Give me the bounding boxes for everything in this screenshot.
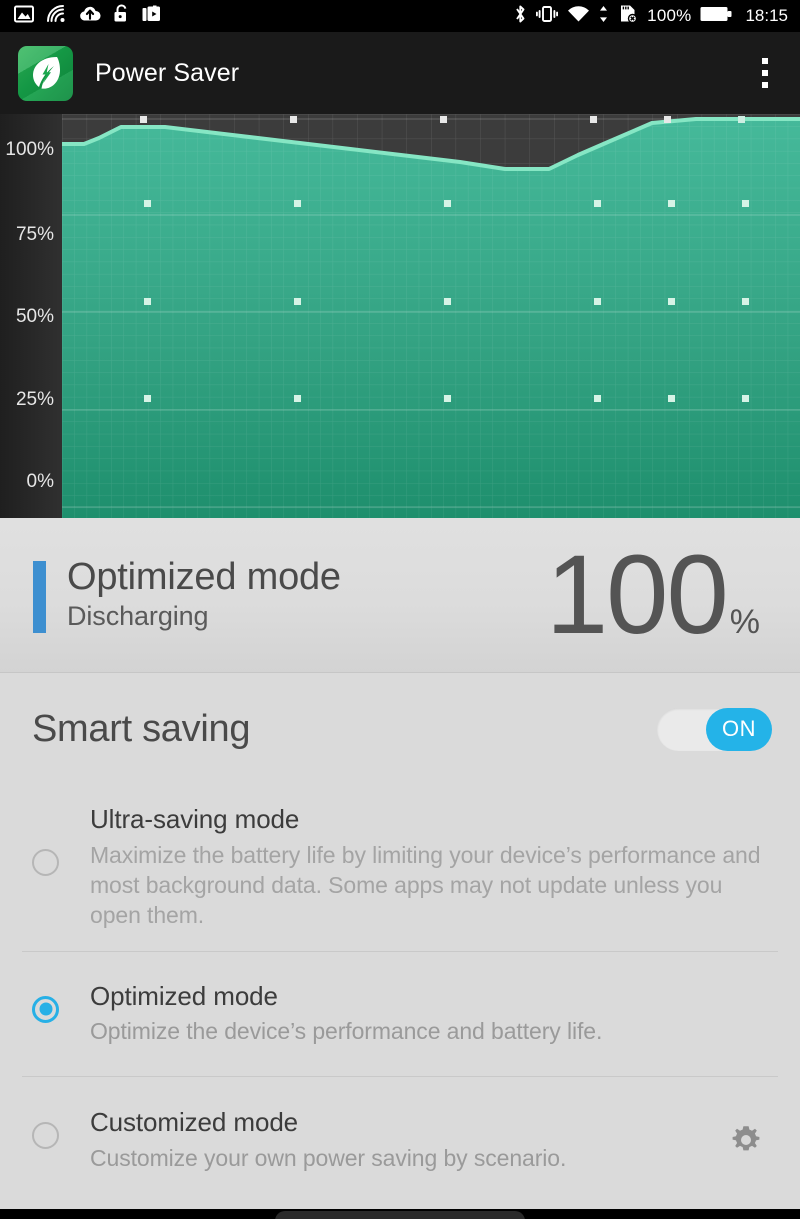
charging-state-label: Discharging	[67, 600, 209, 631]
mode-text-customized: Customized mode Customize your own power…	[90, 1106, 772, 1173]
mode-desc-optimized: Optimize the device’s performance and ba…	[90, 1018, 603, 1045]
unlocked-padlock-icon	[113, 4, 130, 28]
screenshot-capture-icon	[46, 4, 67, 28]
chart-plot-area	[62, 114, 800, 518]
power-mode-list: Ultra-saving mode Maximize the battery l…	[0, 785, 800, 1203]
radio-customized[interactable]	[32, 1122, 59, 1150]
nav-handle[interactable]	[275, 1211, 525, 1219]
y-tick-0: 0%	[26, 471, 54, 492]
mode-desc-ultra-saving: Maximize the battery life by limiting yo…	[90, 841, 761, 929]
cloud-upload-icon	[79, 5, 101, 27]
current-mode-label: Optimized mode	[67, 556, 341, 599]
wifi-icon	[567, 5, 590, 28]
status-bar: 100% 18:15	[0, 0, 800, 32]
battery-percent-value: 100	[545, 532, 729, 658]
data-transfer-arrows-icon	[599, 5, 608, 28]
battery-percent-label: 100%	[647, 6, 692, 25]
mode-title-customized: Customized mode	[90, 1107, 299, 1138]
bluetooth-icon	[514, 4, 527, 29]
overflow-menu-icon[interactable]	[748, 50, 782, 96]
mode-item-customized[interactable]: Customized mode Customize your own power…	[0, 1077, 800, 1203]
mode-text-ultra-saving: Ultra-saving mode Maximize the battery l…	[90, 803, 772, 931]
system-navigation-bar	[0, 1209, 800, 1219]
mode-text-optimized: Optimized mode Optimize the device’s per…	[90, 980, 772, 1047]
battery-status-card: Optimized mode Discharging 100 %	[0, 518, 800, 673]
current-mode-block: Optimized mode Discharging	[67, 556, 341, 632]
page-title: Power Saver	[95, 58, 240, 87]
y-tick-25: 25%	[15, 389, 54, 410]
sdcard-removed-icon	[617, 4, 638, 28]
battery-percent-unit: %	[729, 603, 760, 642]
radio-optimized[interactable]	[32, 995, 59, 1023]
mode-title-optimized: Optimized mode	[90, 980, 278, 1011]
y-tick-50: 50%	[15, 306, 54, 327]
smart-saving-toggle-thumb[interactable]: ON	[706, 707, 772, 751]
smart-saving-row[interactable]: Smart saving ON	[0, 673, 800, 785]
battery-full-icon	[700, 5, 732, 28]
power-saver-leaf-icon	[18, 45, 73, 101]
smart-saving-label: Smart saving	[32, 707, 251, 750]
mode-desc-customized: Customize your own power saving by scena…	[90, 1144, 567, 1171]
photo-icon	[14, 5, 34, 28]
battery-percent-block: 100 %	[545, 532, 760, 658]
app-bar: Power Saver	[0, 32, 800, 114]
power-saver-screen: 100% 18:15 Power Saver 100% 75% 50% 25% …	[0, 0, 800, 1219]
mode-accent-bar	[33, 561, 46, 633]
y-tick-75: 75%	[15, 224, 54, 245]
chart-y-axis: 100% 75% 50% 25% 0%	[0, 114, 62, 518]
vibrate-icon	[536, 5, 559, 28]
status-bar-left-icons	[14, 4, 162, 28]
clock-label: 18:15	[745, 6, 788, 25]
chart-svg	[62, 114, 800, 518]
mode-title-ultra-saving: Ultra-saving mode	[90, 804, 300, 834]
mode-item-optimized[interactable]: Optimized mode Optimize the device’s per…	[0, 952, 800, 1077]
media-library-icon	[142, 4, 162, 28]
smart-saving-toggle[interactable]: ON	[657, 707, 772, 751]
radio-ultra-saving[interactable]	[32, 849, 59, 876]
status-bar-right-icons: 100% 18:15	[514, 4, 788, 29]
battery-history-chart: 100% 75% 50% 25% 0%	[0, 114, 800, 518]
gear-icon[interactable]	[728, 1122, 764, 1158]
y-tick-100: 100%	[5, 139, 54, 160]
mode-item-ultra-saving[interactable]: Ultra-saving mode Maximize the battery l…	[0, 785, 800, 951]
